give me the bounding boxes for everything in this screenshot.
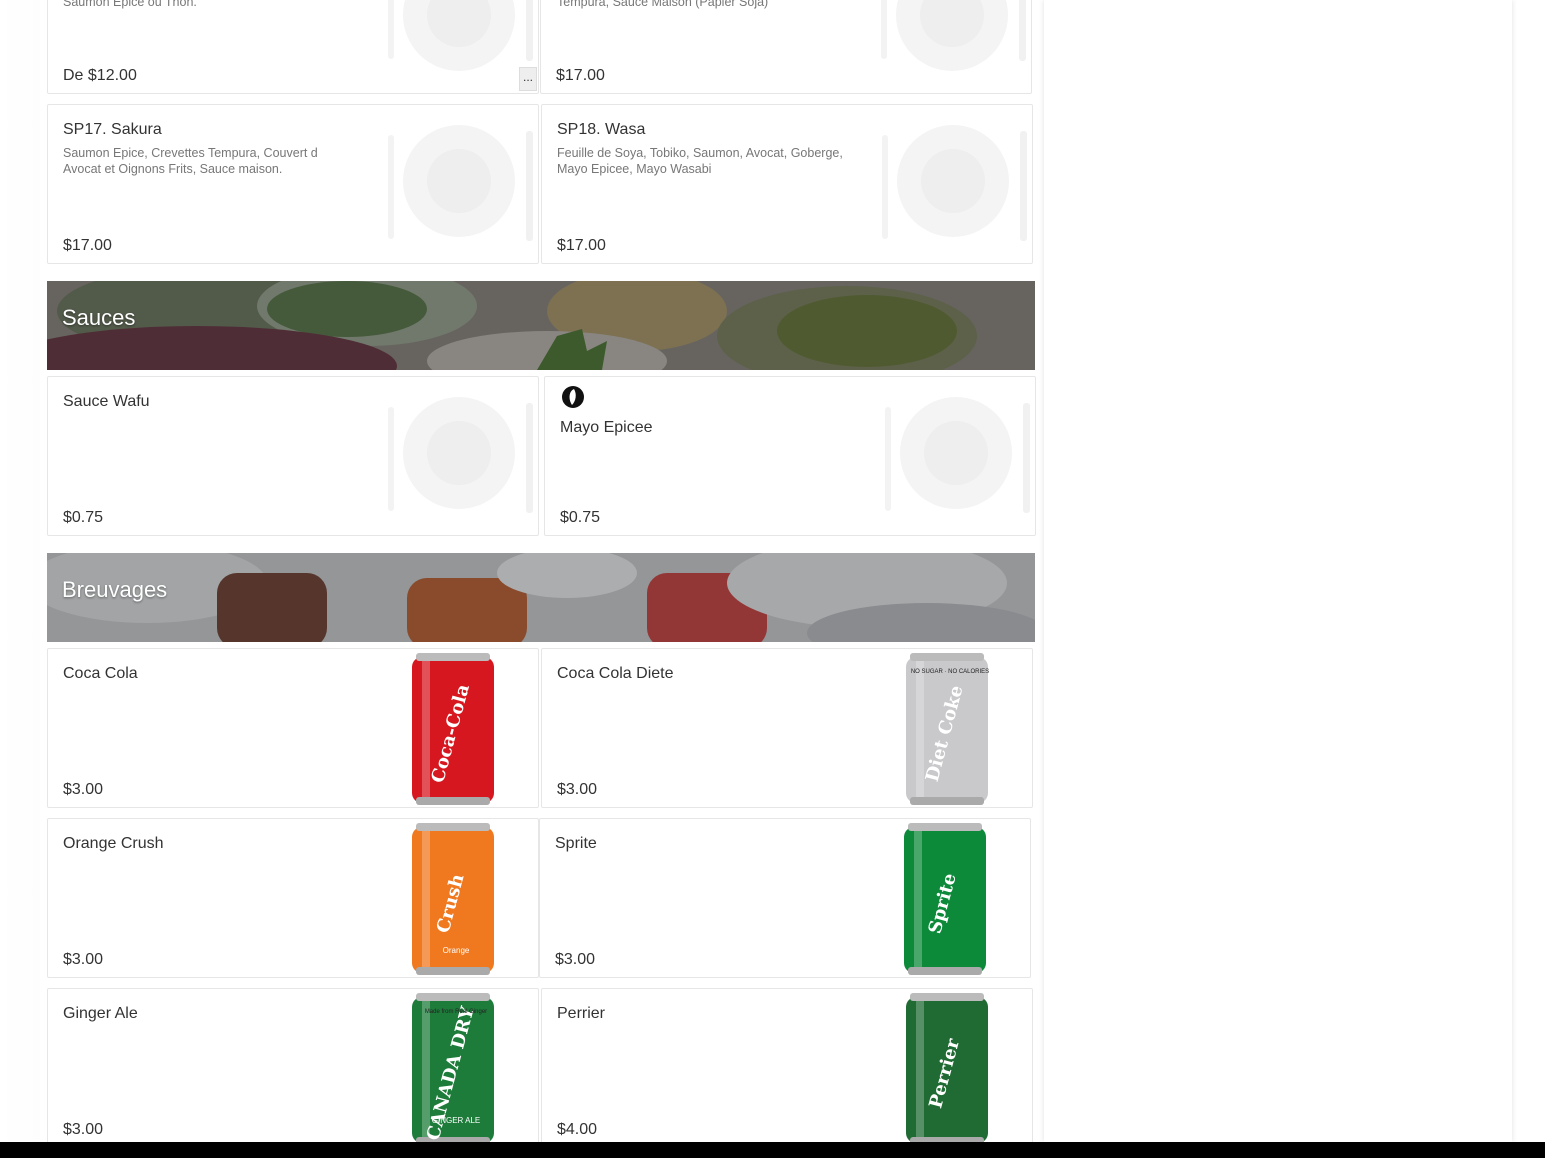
item-description: Saumon Epice ou Thon. [63,0,197,9]
can-subtitle: Orange [443,946,470,955]
item-description: Tempura, Sauce Maison (Papier Soja) [557,0,769,9]
item-price: $17.00 [556,67,605,84]
menu-item-card[interactable]: SP18. Wasa Feuille de Soya, Tobiko, Saum… [541,104,1033,264]
category-title: Sauces [62,305,136,330]
item-price: $17.00 [557,237,606,254]
menu-item-card[interactable]: Sprite $3.00 Sprite [539,818,1031,978]
drink-can-image: Sprite [904,823,986,975]
item-price: $3.00 [557,781,598,798]
menu-item-card[interactable]: Ginger Ale $3.00 CANADA DRY GINGER ALE M… [47,988,539,1148]
category-title: Breuvages [62,577,168,602]
item-price: $3.00 [63,951,104,968]
category-banner-sauces: Sauces [47,281,1035,370]
category-banner-breuvages: Breuvages [47,553,1035,642]
plate-placeholder-icon [882,125,1027,241]
menu-item-card[interactable]: Tempura, Sauce Maison (Papier Soja) $17.… [540,0,1032,94]
menu-item-card[interactable]: Saumon Epice ou Thon. De $12.00 [47,0,539,94]
menu-item-card[interactable]: Coca Cola Diete $3.00 Diet Coke NO SUGAR… [541,648,1033,808]
menu-item-card[interactable]: Coca Cola $3.00 Coca-Cola [47,648,539,808]
item-name: Mayo Epicee [560,419,653,436]
item-name: Coca Cola Diete [557,665,674,682]
drink-can-image: CANADA DRY GINGER ALE Made from Real Gin… [412,993,494,1145]
more-options-button[interactable]: ... [519,67,537,91]
plate-placeholder-icon [388,0,533,71]
plate-placeholder-icon [885,397,1030,513]
drink-can-image: Coca-Cola [412,653,494,805]
item-price: $17.00 [63,237,112,254]
menu-item-card[interactable]: Orange Crush $3.00 Crush Orange [47,818,539,978]
spicy-pepper-icon [562,386,584,408]
item-price: $3.00 [63,781,104,798]
item-name: SP18. Wasa [557,121,646,138]
can-topline: Made from Real Ginger [425,1009,487,1015]
item-name: Orange Crush [63,835,164,852]
item-name: Sauce Wafu [63,393,150,410]
item-description: Saumon Epice, Crevettes Tempura, Couvert… [63,146,318,176]
menu-item-card[interactable]: Perrier $4.00 Perrier [541,988,1033,1148]
menu-item-card[interactable]: Mayo Epicee $0.75 [544,376,1036,536]
menu-item-card[interactable]: Sauce Wafu $0.75 [47,376,539,536]
drink-can-image: Crush Orange [412,823,494,975]
page-margin [0,0,40,1142]
item-name: Ginger Ale [63,1005,138,1022]
plate-placeholder-icon [388,397,533,513]
plate-placeholder-icon [881,0,1026,71]
can-topline: NO SUGAR · NO CALORIES [911,669,989,675]
drink-can-image: Diet Coke NO SUGAR · NO CALORIES [906,653,989,805]
item-price: De $12.00 [63,67,137,84]
item-price: $3.00 [555,951,596,968]
menu-item-card[interactable]: SP17. Sakura Saumon Epice, Crevettes Tem… [47,104,539,264]
item-price: $0.75 [63,509,104,526]
item-name: Perrier [557,1005,606,1022]
sauces-banner-image [47,281,1035,370]
item-price: $3.00 [63,1121,104,1138]
drink-can-image: Perrier [906,993,988,1145]
drinks-banner-image [47,553,1035,642]
item-price: $4.00 [557,1121,598,1138]
item-name: Coca Cola [63,665,138,682]
item-name: SP17. Sakura [63,121,162,138]
item-price: $0.75 [560,509,601,526]
cart-side-panel [1044,0,1512,1142]
plate-placeholder-icon [388,125,533,241]
bottom-bar [0,1142,1545,1158]
item-description: Feuille de Soya, Tobiko, Saumon, Avocat,… [557,146,843,176]
can-subtitle: GINGER ALE [432,1116,480,1125]
item-name: Sprite [555,835,597,852]
